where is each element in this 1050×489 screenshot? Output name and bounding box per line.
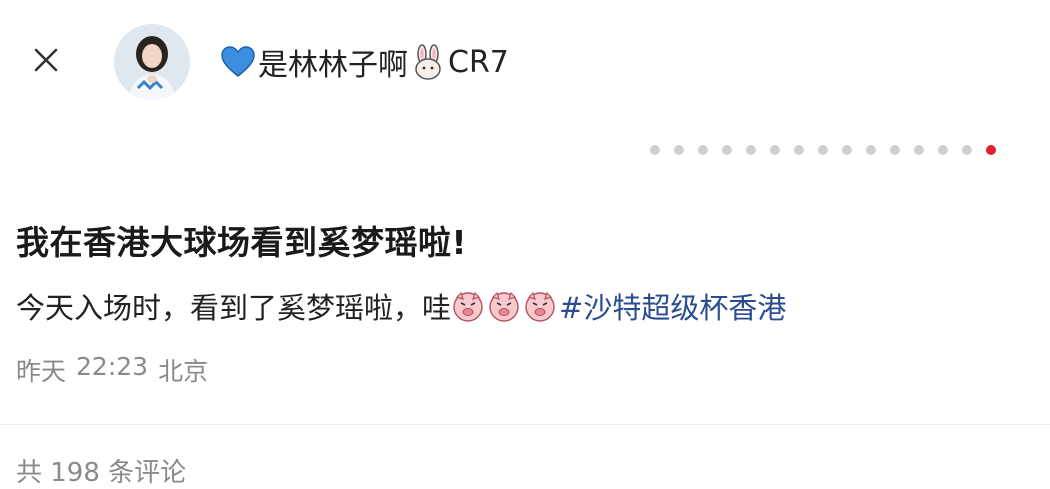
post-body: 今天入场时，看到了奚梦瑶啦，哇 #沙特超级杯香港 <box>16 284 786 328</box>
carousel-dot[interactable] <box>914 145 924 155</box>
carousel-dot[interactable] <box>746 145 756 155</box>
username-text: 是林林子啊 <box>258 48 408 83</box>
carousel-dot[interactable] <box>890 145 900 155</box>
carousel-dot[interactable] <box>962 145 972 155</box>
divider <box>0 424 1050 425</box>
pig-face-icon <box>453 291 483 322</box>
blue-heart-icon <box>221 46 255 77</box>
carousel-dot[interactable] <box>722 145 732 155</box>
carousel-dot-active[interactable] <box>986 145 996 155</box>
pig-face-icon <box>489 291 519 322</box>
carousel-dot[interactable] <box>674 145 684 155</box>
post-body-text: 今天入场时，看到了奚梦瑶啦，哇 <box>16 291 452 325</box>
post-location: 北京 <box>158 357 209 386</box>
rabbit-icon <box>415 44 441 80</box>
carousel-dot[interactable] <box>866 145 876 155</box>
pig-face-icon <box>525 291 555 322</box>
username-suffix: CR7 <box>448 44 509 80</box>
post-date: 昨天 <box>16 357 67 386</box>
post-title: 我在香港大球场看到奚梦瑶啦! <box>16 223 468 262</box>
close-icon <box>34 48 58 72</box>
avatar[interactable] <box>114 24 190 100</box>
carousel-dot[interactable] <box>698 145 708 155</box>
close-button[interactable] <box>26 40 66 80</box>
carousel-dot[interactable] <box>818 145 828 155</box>
hashtag-link[interactable]: #沙特超级杯香港 <box>559 285 786 327</box>
comment-count[interactable]: 共 198 条评论 <box>16 452 186 489</box>
carousel-dot[interactable] <box>770 145 780 155</box>
post-time: 22:23 <box>76 352 149 381</box>
username[interactable]: 是林林子啊 CR7 <box>220 40 509 84</box>
carousel-dot[interactable] <box>794 145 804 155</box>
carousel-dot[interactable] <box>650 145 660 155</box>
carousel-dot[interactable] <box>938 145 948 155</box>
post-meta: 昨天 22:23 北京 <box>16 352 208 388</box>
carousel-dot[interactable] <box>842 145 852 155</box>
carousel-indicator[interactable] <box>650 144 996 156</box>
